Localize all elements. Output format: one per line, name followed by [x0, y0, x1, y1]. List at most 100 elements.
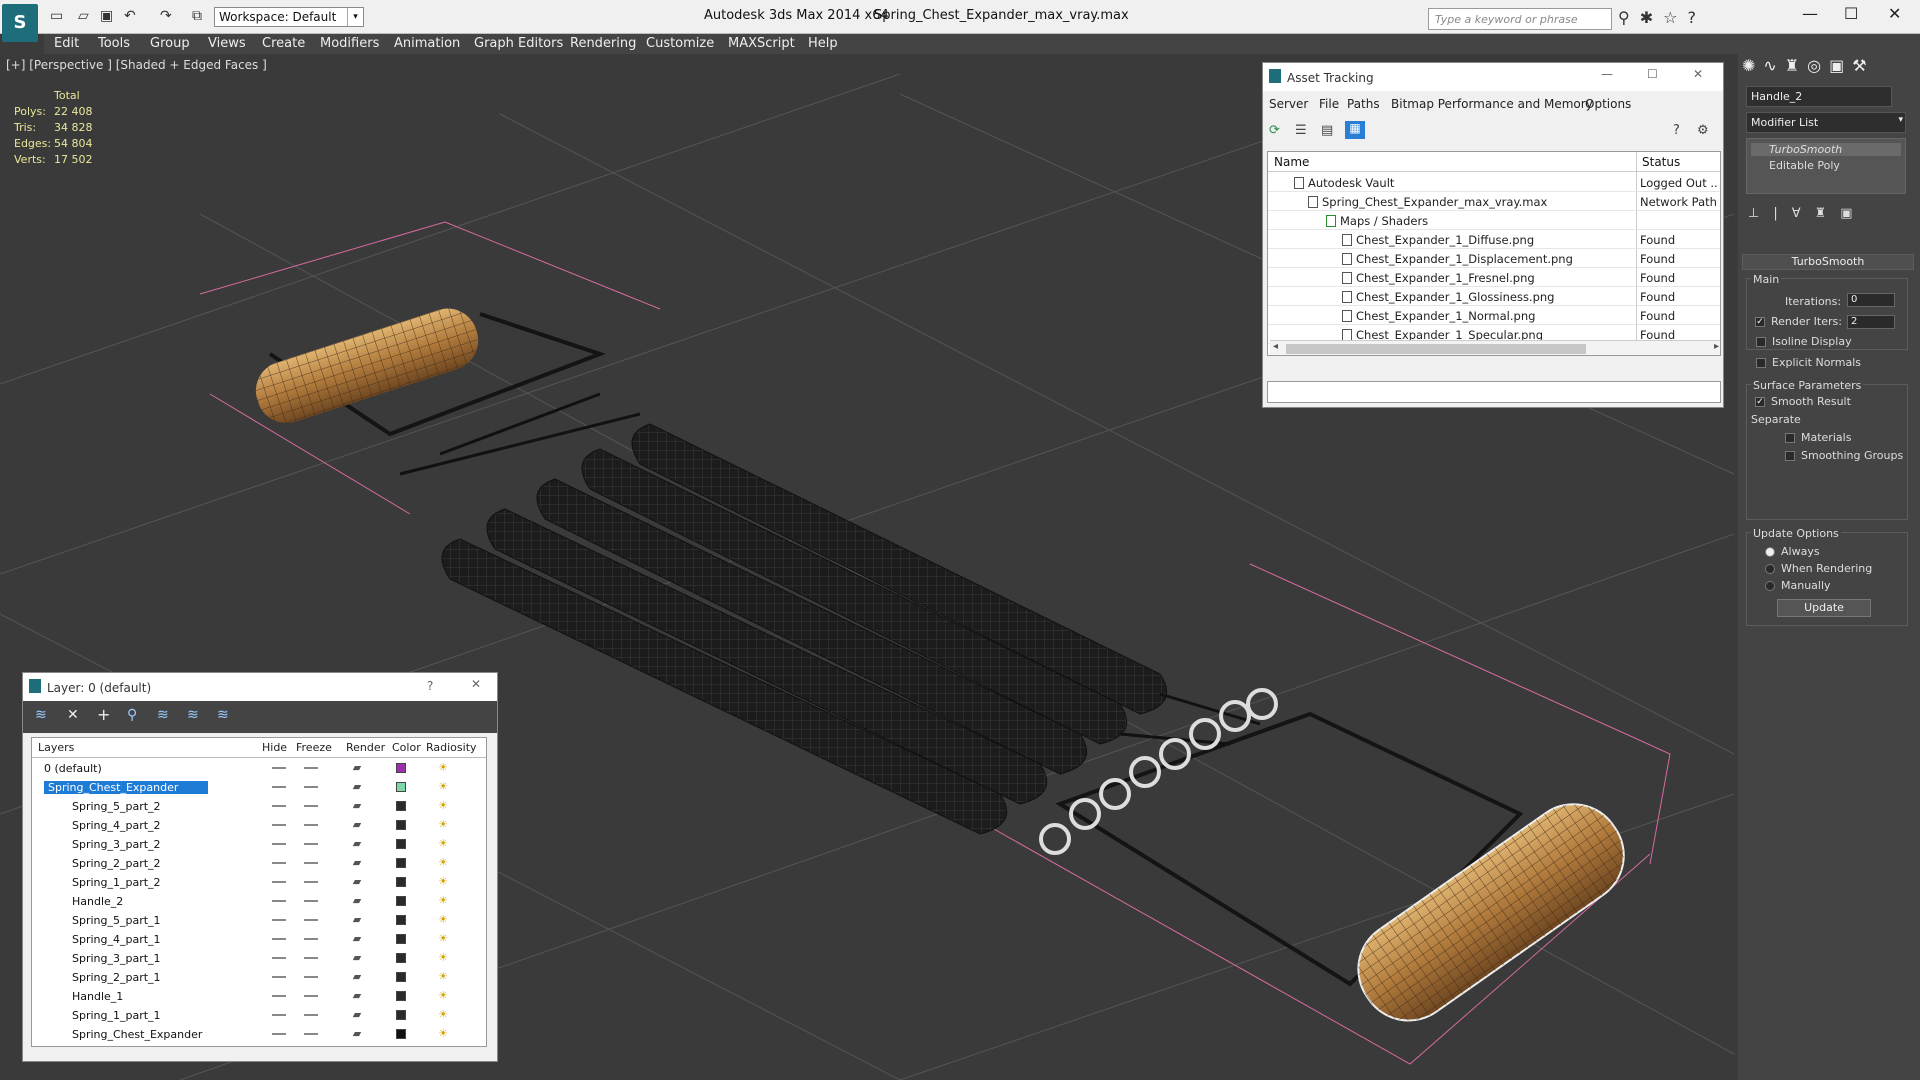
menu-rendering[interactable]: Rendering	[570, 36, 636, 51]
layer-row[interactable]: Spring_4_part_1 ▰ ☀	[32, 930, 486, 949]
stack-item-editable-poly[interactable]: Editable Poly	[1751, 159, 1840, 172]
freeze-toggle[interactable]	[304, 767, 318, 769]
freeze-toggle[interactable]	[304, 805, 318, 807]
layer-row[interactable]: Handle_2 ▰ ☀	[32, 892, 486, 911]
layers-list[interactable]: Layers Hide Freeze Render Color Radiosit…	[31, 737, 487, 1047]
layer-name[interactable]: Spring_1_part_1	[72, 1009, 161, 1022]
hide-toggle[interactable]	[272, 805, 286, 807]
freeze-toggle[interactable]	[304, 938, 318, 940]
scrollbar-thumb[interactable]	[1286, 344, 1586, 354]
turbosmooth-rollout[interactable]: TurboSmooth	[1742, 254, 1914, 270]
info-center-icons[interactable]: ⚲✱☆?	[1618, 8, 1706, 27]
table-row[interactable]: Chest_Expander_1_Normal.png Found	[1268, 306, 1720, 325]
layer-name[interactable]: Spring_3_part_1	[72, 952, 161, 965]
menu-help[interactable]: Help	[808, 36, 838, 51]
layer-name[interactable]: Spring_2_part_2	[72, 857, 161, 870]
list-view-icon[interactable]: ☰	[1295, 123, 1307, 138]
menu-modifiers[interactable]: Modifiers	[320, 36, 379, 51]
layer-color-swatch[interactable]	[396, 972, 406, 982]
modifier-stack[interactable]: TurboSmooth Editable Poly	[1746, 138, 1906, 194]
freeze-toggle[interactable]	[304, 1014, 318, 1016]
always-radio[interactable]	[1765, 547, 1775, 557]
layer-color-swatch[interactable]	[396, 839, 406, 849]
layer-name[interactable]: Spring_3_part_2	[72, 838, 161, 851]
radiosity-icon[interactable]: ☀	[436, 856, 450, 870]
radiosity-icon[interactable]: ☀	[436, 875, 450, 889]
render-teapot-icon[interactable]: ▰	[350, 837, 364, 851]
layer-name[interactable]: Spring_4_part_2	[72, 819, 161, 832]
at-menu-bitmap[interactable]: Bitmap Performance and Memory	[1391, 97, 1593, 111]
col-hide[interactable]: Hide	[262, 741, 287, 754]
layer-row[interactable]: Spring_3_part_1 ▰ ☀	[32, 949, 486, 968]
col-radiosity[interactable]: Radiosity	[426, 741, 477, 754]
table-view-icon[interactable]: ▦	[1345, 121, 1365, 139]
freeze-all-icon[interactable]: ≋	[217, 707, 229, 723]
col-render[interactable]: Render	[346, 741, 385, 754]
layer-color-swatch[interactable]	[396, 820, 406, 830]
radiosity-icon[interactable]: ☀	[436, 799, 450, 813]
layer-name[interactable]: Spring_Chest_Expander	[72, 1028, 202, 1041]
layer-color-swatch[interactable]	[396, 934, 406, 944]
layer-name[interactable]: Spring_5_part_1	[72, 914, 161, 927]
menu-views[interactable]: Views	[208, 36, 246, 51]
smoothing-groups-checkbox[interactable]	[1785, 451, 1795, 461]
col-status[interactable]: Status	[1642, 155, 1680, 169]
asset-tracking-window[interactable]: Asset Tracking — ☐ ✕ Server File Paths B…	[1262, 62, 1724, 408]
layer-name[interactable]: Spring_2_part_1	[72, 971, 161, 984]
menu-create[interactable]: Create	[262, 36, 305, 51]
viewport-label[interactable]: [+] [Perspective ] [Shaded + Edged Faces…	[6, 58, 267, 72]
menu-customize[interactable]: Customize	[646, 36, 714, 51]
hide-toggle[interactable]	[272, 881, 286, 883]
minimize-icon[interactable]: —	[1601, 67, 1613, 81]
layer-name[interactable]: Spring_4_part_1	[72, 933, 161, 946]
radiosity-icon[interactable]: ☀	[436, 1008, 450, 1022]
hide-toggle[interactable]	[272, 1033, 286, 1035]
explicit-normals-checkbox[interactable]	[1756, 358, 1766, 368]
at-menu-server[interactable]: Server	[1269, 97, 1308, 111]
radiosity-icon[interactable]: ☀	[436, 951, 450, 965]
smooth-result-checkbox[interactable]: ✓	[1755, 397, 1765, 407]
layer-name[interactable]: Spring_Chest_Expander	[44, 781, 208, 794]
freeze-toggle[interactable]	[304, 824, 318, 826]
layer-row[interactable]: Spring_5_part_2 ▰ ☀	[32, 797, 486, 816]
layer-color-swatch[interactable]	[396, 877, 406, 887]
modifier-list-dropdown[interactable]: Modifier List ▾	[1746, 112, 1906, 133]
asset-table[interactable]: Name Status Autodesk Vault Logged Out .. …	[1267, 151, 1721, 356]
radiosity-icon[interactable]: ☀	[436, 1027, 450, 1041]
layer-row[interactable]: Spring_Chest_Expander ▰ ☀	[32, 1025, 486, 1044]
freeze-toggle[interactable]	[304, 881, 318, 883]
layer-color-swatch[interactable]	[396, 858, 406, 868]
layer-color-swatch[interactable]	[396, 991, 406, 1001]
at-menu-file[interactable]: File	[1319, 97, 1339, 111]
layer-name[interactable]: Handle_2	[72, 895, 123, 908]
hide-toggle[interactable]	[272, 938, 286, 940]
render-teapot-icon[interactable]: ▰	[350, 875, 364, 889]
select-objects-icon[interactable]: ⚲	[127, 707, 137, 723]
render-teapot-icon[interactable]: ▰	[350, 913, 364, 927]
workspace-dropdown[interactable]: Workspace: Default ▾	[214, 7, 364, 27]
layer-color-swatch[interactable]	[396, 763, 406, 773]
vault-settings-icon[interactable]: ⚙	[1697, 123, 1709, 138]
radiosity-icon[interactable]: ☀	[436, 970, 450, 984]
hide-toggle[interactable]	[272, 900, 286, 902]
layer-explorer-window[interactable]: Layer: 0 (default) ? ✕ ≋ ✕ + ⚲ ≋ ≋ ≋ Lay…	[22, 672, 498, 1062]
update-button[interactable]: Update	[1777, 599, 1871, 617]
render-teapot-icon[interactable]: ▰	[350, 818, 364, 832]
layer-row[interactable]: Spring_2_part_1 ▰ ☀	[32, 968, 486, 987]
menu-tools[interactable]: Tools	[98, 36, 130, 51]
layer-row[interactable]: Spring_3_part_2 ▰ ☀	[32, 835, 486, 854]
hide-toggle[interactable]	[272, 995, 286, 997]
freeze-toggle[interactable]	[304, 1033, 318, 1035]
scroll-right-icon[interactable]: ▸	[1714, 341, 1719, 352]
layer-color-swatch[interactable]	[396, 801, 406, 811]
menu-edit[interactable]: Edit	[54, 36, 79, 51]
render-teapot-icon[interactable]: ▰	[350, 799, 364, 813]
menu-graph-editors[interactable]: Graph Editors	[474, 36, 563, 51]
layer-color-swatch[interactable]	[396, 953, 406, 963]
stack-toolbar-icons[interactable]: ⊥|∀♜▣	[1748, 206, 1867, 221]
col-color[interactable]: Color	[392, 741, 421, 754]
layer-row[interactable]: Spring_1_part_2 ▰ ☀	[32, 873, 486, 892]
object-name-field[interactable]: Handle_2	[1746, 86, 1892, 107]
hide-toggle[interactable]	[272, 862, 286, 864]
close-icon[interactable]: ✕	[1693, 67, 1703, 81]
